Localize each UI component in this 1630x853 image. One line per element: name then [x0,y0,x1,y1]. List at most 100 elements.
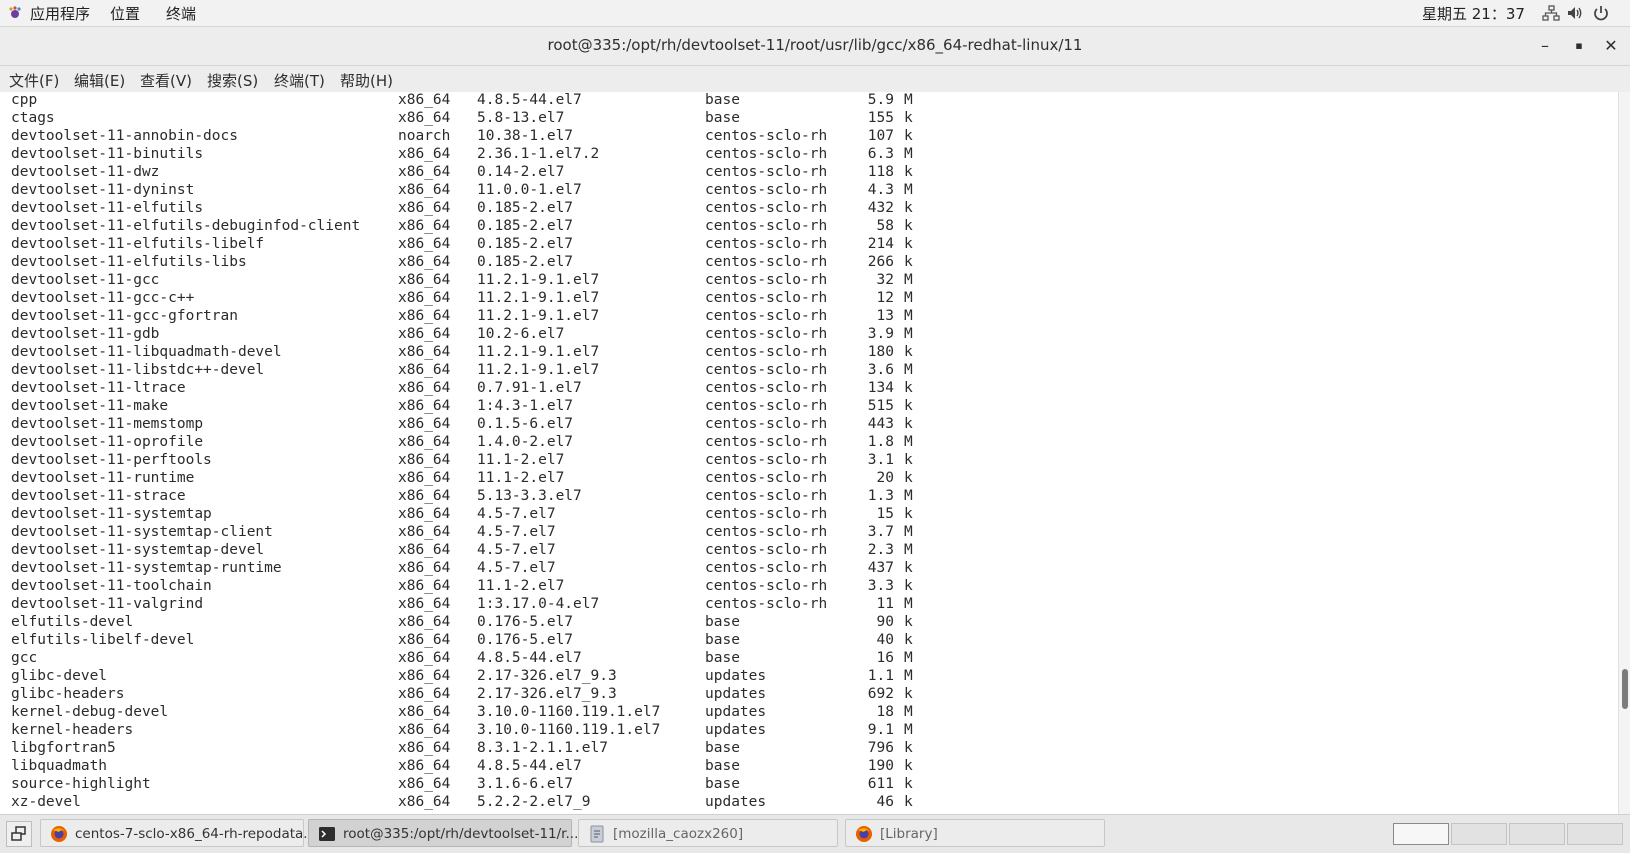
package-version: 3.10.0-1160.119.1.el7 [477,722,661,738]
terminal-scrollbar[interactable] [1618,92,1630,814]
package-version: 11.0.0-1.el7 [477,182,582,198]
package-version: 2.17-326.el7_9.3 [477,686,617,702]
file-manager-icon [590,825,604,843]
package-arch: x86_64 [398,524,451,540]
package-size: 3.9 [867,326,894,342]
package-arch: x86_64 [398,488,451,504]
package-size-unit: M [904,722,913,738]
package-size: 1.3 [867,488,894,504]
task-library[interactable]: [Library] [845,819,1105,847]
package-version: 11.2.1-9.1.el7 [477,290,600,306]
package-name: devtoolset-11-gcc-c++ [11,290,195,306]
package-version: 0.185-2.el7 [477,236,574,252]
firefox-icon [856,826,872,842]
package-size: 5.9 [867,92,894,108]
power-icon[interactable] [1592,4,1610,22]
menu-edit[interactable]: 编辑(E) [74,70,125,91]
task-firefox-repodata[interactable]: centos-7-sclo-x86_64-rh-repodata... [40,819,316,847]
package-size-unit: k [904,776,913,792]
package-name: devtoolset-11-binutils [11,146,204,162]
package-arch: x86_64 [398,380,451,396]
package-repo: centos-sclo-rh [705,182,828,198]
package-repo: centos-sclo-rh [705,578,828,594]
show-desktop-icon [11,826,26,841]
workspace-3[interactable] [1509,823,1565,845]
package-name: kernel-debug-devel [11,704,169,720]
places-menu[interactable]: 位置 [110,3,140,24]
package-repo: centos-sclo-rh [705,380,828,396]
package-size: 3.6 [867,362,894,378]
package-size: 190 [867,758,894,774]
package-name: kernel-headers [11,722,134,738]
terminal-icon [319,827,335,841]
package-version: 11.1-2.el7 [477,470,565,486]
package-arch: x86_64 [398,758,451,774]
package-size-unit: M [904,488,913,504]
package-repo: centos-sclo-rh [705,596,828,612]
applications-menu[interactable]: 应用程序 [30,3,90,24]
package-size: 611 [867,776,894,792]
package-name: xz-devel [11,794,81,810]
package-version: 0.185-2.el7 [477,254,574,270]
menu-help[interactable]: 帮助(H) [340,70,393,91]
menu-terminal[interactable]: 终端(T) [274,70,325,91]
close-button[interactable]: ✕ [1600,35,1622,57]
package-size-unit: k [904,236,913,252]
package-name: elfutils-libelf-devel [11,632,195,648]
package-size-unit: k [904,128,913,144]
package-size-unit: M [904,326,913,342]
package-repo: centos-sclo-rh [705,362,828,378]
package-size: 1.8 [867,434,894,450]
package-size-unit: M [904,92,913,108]
package-version: 4.5-7.el7 [477,560,556,576]
package-size-unit: k [904,218,913,234]
minimize-button[interactable]: – [1534,35,1556,57]
package-name: devtoolset-11-valgrind [11,596,204,612]
package-repo: base [705,614,740,630]
package-size-unit: k [904,632,913,648]
workspace-1[interactable] [1393,823,1449,845]
terminal-app-menu[interactable]: 终端 [166,3,196,24]
package-arch: x86_64 [398,794,451,810]
package-arch: x86_64 [398,632,451,648]
package-name: libquadmath [11,758,108,774]
menu-view[interactable]: 查看(V) [140,70,192,91]
show-desktop-button[interactable] [6,821,32,847]
package-size: 13 [876,308,894,324]
package-repo: centos-sclo-rh [705,308,828,324]
package-repo: updates [705,722,767,738]
terminal-output[interactable]: cpp x86_64 4.8.5-44.el7 base 5.9 Mctags x86_64… [0,92,1618,814]
package-arch: x86_64 [398,596,451,612]
menu-search[interactable]: 搜索(S) [207,70,258,91]
maximize-button[interactable]: ▪ [1568,35,1590,57]
package-size-unit: M [904,668,913,684]
scrollbar-thumb[interactable] [1622,669,1628,709]
package-name: devtoolset-11-perftools [11,452,212,468]
menu-file[interactable]: 文件(F) [9,70,59,91]
package-version: 1:3.17.0-4.el7 [477,596,600,612]
clock[interactable]: 星期五 21：37 [1422,3,1525,24]
window-title-bar[interactable]: root@335:/opt/rh/devtoolset-11/root/usr/… [0,27,1630,66]
task-terminal[interactable]: root@335:/opt/rh/devtoolset-11/r... [308,819,578,847]
network-icon[interactable] [1542,4,1560,22]
package-arch: x86_64 [398,578,451,594]
package-size: 6.3 [867,146,894,162]
volume-icon[interactable] [1566,4,1584,22]
package-size: 107 [867,128,894,144]
package-name: elfutils-devel [11,614,134,630]
package-name: libgfortran5 [11,740,116,756]
package-version: 4.8.5-44.el7 [477,758,582,774]
workspace-2[interactable] [1451,823,1507,845]
package-size: 18 [876,704,894,720]
package-repo: centos-sclo-rh [705,542,828,558]
package-size: 16 [876,650,894,666]
task-file-manager[interactable]: [mozilla_caozx260] [578,819,838,847]
package-repo: centos-sclo-rh [705,398,828,414]
gnome-foot-icon [9,6,21,18]
package-size-unit: k [904,416,913,432]
package-arch: x86_64 [398,542,451,558]
package-size-unit: k [904,254,913,270]
workspace-4[interactable] [1567,823,1623,845]
package-arch: x86_64 [398,704,451,720]
package-arch: x86_64 [398,776,451,792]
